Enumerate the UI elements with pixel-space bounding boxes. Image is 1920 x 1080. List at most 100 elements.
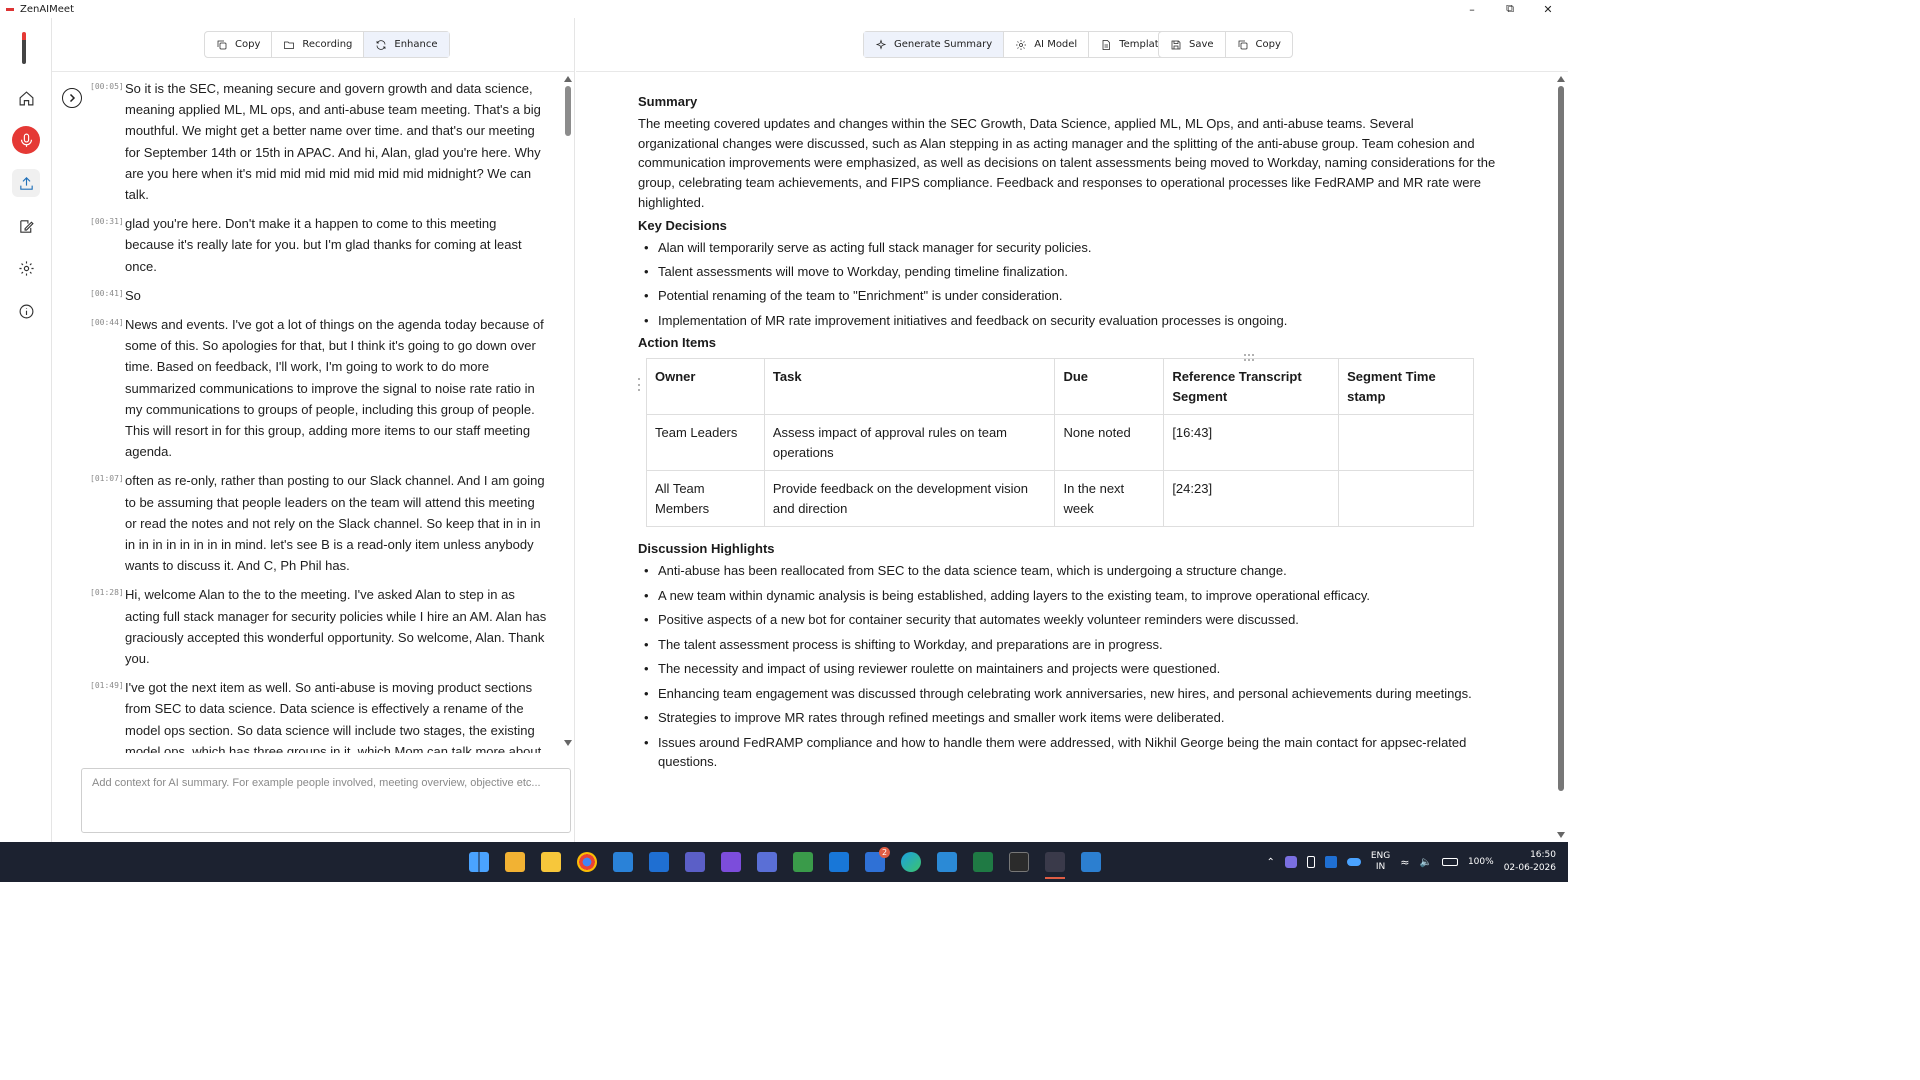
segment-timestamp[interactable]: [00:44] [90,314,125,462]
segment-timestamp[interactable]: [00:05] [90,78,125,205]
transcript-segment[interactable]: [01:28] Hi, welcome Alan to the to the me… [90,584,548,669]
transcript-segment[interactable]: [00:44] News and events. I've got a lot o… [90,314,548,462]
table-row: Team Leaders Assess impact of approval ru… [646,414,1474,472]
key-decisions-list: Alan will temporarily serve as acting fu… [638,238,1498,331]
restore-icon[interactable]: ⧉ [1492,0,1528,18]
scroll-up-icon[interactable] [564,76,572,82]
clock[interactable]: 16:50 02-06-2026 [1504,849,1556,875]
transcript-segment[interactable]: [00:31] glad you're here. Don't make it a… [90,213,548,277]
list-item: A new team within dynamic analysis is be… [638,586,1498,606]
clock-time: 16:50 [1530,850,1556,860]
generate-summary-button[interactable]: Generate Summary [864,32,1005,57]
transcript-segment[interactable]: [01:07] often as re-only, rather than pos… [90,470,548,576]
edit-note-icon[interactable] [12,212,40,240]
table-cell: Provide feedback on the development visi… [763,470,1056,528]
segment-timestamp[interactable]: [00:41] [90,285,125,306]
folder-icon [284,41,295,49]
transcript-scrollbar[interactable] [564,76,572,746]
context-input[interactable] [81,768,571,833]
scroll-up-icon[interactable] [1557,76,1565,82]
start-icon[interactable] [469,852,489,872]
chevron-up-icon[interactable]: ⌃ [1266,857,1274,868]
transcript-segment[interactable]: [00:41] So [90,285,548,306]
scroll-down-icon[interactable] [564,740,572,746]
close-icon[interactable]: ✕ [1530,0,1566,18]
terminal-icon[interactable] [1009,852,1029,872]
teams-icon[interactable] [685,852,705,872]
copy-icon [1238,40,1247,49]
home-icon[interactable] [12,84,40,112]
zenaimeet-taskbar-icon[interactable] [1045,852,1065,872]
transcript-segment[interactable]: [01:49] I've got the next item as well. S… [90,677,548,753]
segment-text: News and events. I've got a lot of thing… [125,317,544,460]
file-explorer-icon[interactable] [505,852,525,872]
recording-button[interactable]: Recording [272,32,365,57]
chrome-icon[interactable] [577,852,597,872]
battery-percent: 100% [1467,857,1494,867]
table-cell: All Team Members [646,470,765,528]
summary-heading: Summary [638,94,698,109]
ai-model-button[interactable]: AI Model [1004,32,1090,57]
segment-timestamp[interactable]: [00:31] [90,213,125,277]
copy-transcript-button[interactable]: Copy [205,32,273,57]
toolbar-divider [52,71,574,72]
segment-text: So it is the SEC, meaning secure and gov… [125,81,541,203]
segment-timestamp[interactable]: [01:28] [90,584,125,669]
battery-icon[interactable] [1441,858,1458,866]
save-button[interactable]: Save [1159,32,1226,57]
summary-document[interactable]: Summary The meeting covered updates and … [638,94,1498,834]
table-cell: None noted [1054,414,1165,472]
summary-toolbar-left: Generate Summary AI Model Template [863,31,1177,58]
gear-icon[interactable] [12,254,40,282]
app-brand-icon [22,32,26,64]
transcript-segment[interactable]: [00:05] So it is the SEC, meaning secure … [90,78,548,205]
collapse-toggle-button[interactable] [62,88,82,108]
table-header-cell: Segment Time stamp [1338,358,1474,416]
obsidian-icon[interactable] [721,852,741,872]
copy-label: Copy [1255,39,1281,50]
onedrive-icon[interactable] [1346,858,1361,866]
usb-icon[interactable] [1306,856,1315,868]
microphone-icon[interactable] [12,126,40,154]
remote-desktop-icon[interactable] [937,852,957,872]
segment-text: So [125,287,141,303]
list-item: The necessity and impact of using review… [638,659,1498,679]
column-drag-handle-icon[interactable] [1244,354,1254,362]
outlook-tray-icon[interactable] [1324,856,1337,868]
table-cell [1338,470,1474,528]
copy-icon [217,40,227,49]
scrollbar-thumb[interactable] [1558,86,1564,791]
list-item: The talent assessment process is shiftin… [638,635,1498,655]
photos-icon[interactable] [1081,852,1101,872]
vscode-icon[interactable] [613,852,633,872]
m365-icon[interactable] [829,852,849,872]
app-logo-icon [6,7,14,11]
todo-icon[interactable]: 2 [865,847,890,872]
excel-icon[interactable] [973,852,993,872]
upload-icon[interactable] [12,169,40,197]
list-item: Positive aspects of a new bot for contai… [638,610,1498,630]
window-title: ZenAIMeet [20,3,74,15]
copy-summary-button[interactable]: Copy [1226,32,1292,57]
table-header-cell: Task [763,358,1056,416]
outlook-icon[interactable] [649,852,669,872]
enhance-button[interactable]: Enhance [364,32,449,57]
info-icon[interactable] [12,297,40,325]
edge-icon[interactable] [901,852,921,872]
summary-scrollbar[interactable] [1556,76,1566,838]
minimize-icon[interactable]: – [1454,0,1490,18]
segment-timestamp[interactable]: [01:07] [90,470,125,576]
sticky-notes-icon[interactable] [541,852,561,872]
gear-icon [1016,39,1027,50]
row-drag-handle-icon[interactable] [638,378,640,392]
tray-app-icon[interactable] [1284,856,1297,868]
summary-paragraph: The meeting covered updates and changes … [638,116,1496,210]
screen-tool-icon[interactable] [757,852,777,872]
wifi-icon[interactable]: ≈ [1400,856,1409,869]
scroll-down-icon[interactable] [1557,832,1565,838]
volume-mute-icon[interactable]: 🔈 [1420,857,1432,868]
scrollbar-thumb[interactable] [565,86,571,136]
language-indicator[interactable]: ENG IN [1371,851,1390,873]
notepad-icon[interactable] [793,852,813,872]
segment-timestamp[interactable]: [01:49] [90,677,125,753]
